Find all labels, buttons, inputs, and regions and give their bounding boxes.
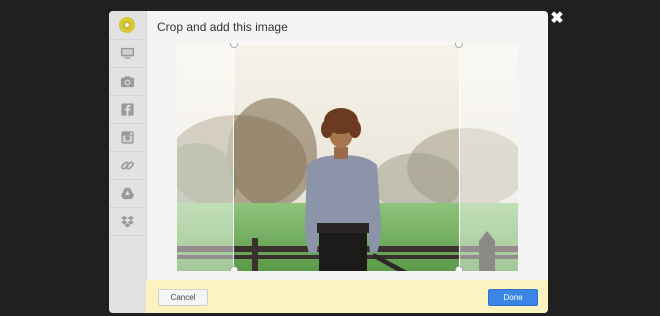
- brand-logo-icon: [119, 17, 135, 33]
- camera-icon: [120, 76, 134, 88]
- sidebar-item-google-drive[interactable]: [109, 179, 145, 207]
- dialog-footer: Cancel Done: [146, 280, 548, 313]
- crop-shade-left: [177, 43, 233, 271]
- crop-shade-right: [459, 43, 518, 271]
- sidebar-item-link[interactable]: [109, 151, 145, 179]
- dialog-title: Crop and add this image: [157, 20, 288, 34]
- sidebar-item-computer[interactable]: [109, 39, 145, 67]
- instagram-icon: [120, 131, 134, 144]
- source-sidebar: [109, 11, 147, 313]
- sidebar-item-facebook[interactable]: [109, 95, 145, 123]
- facebook-icon: [120, 103, 134, 116]
- monitor-icon: [120, 47, 134, 59]
- crop-canvas[interactable]: [177, 43, 518, 271]
- close-icon[interactable]: ✖: [550, 11, 564, 27]
- sidebar-item-camera[interactable]: [109, 67, 145, 95]
- crop-handle-bottom-left[interactable]: [230, 266, 238, 271]
- done-button[interactable]: Done: [488, 289, 538, 306]
- google-drive-icon: [120, 187, 134, 200]
- sidebar-item-dropbox[interactable]: [109, 207, 145, 236]
- crop-handle-bottom-right[interactable]: [455, 266, 463, 271]
- sidebar-item-instagram[interactable]: [109, 123, 145, 151]
- crop-dialog: Crop and add this image Cancel Done: [109, 11, 548, 313]
- link-icon: [120, 161, 134, 170]
- crop-selection-frame[interactable]: [233, 43, 460, 271]
- cancel-button[interactable]: Cancel: [158, 289, 208, 306]
- dropbox-icon: [120, 215, 134, 228]
